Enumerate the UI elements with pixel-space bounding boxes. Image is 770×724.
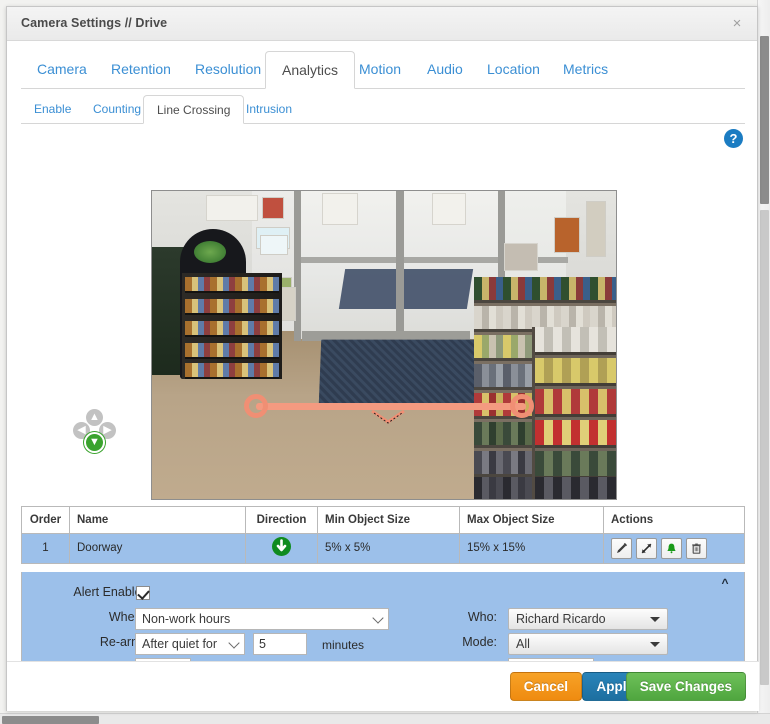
who-row: Who: <box>422 610 504 624</box>
chevron-down-icon <box>372 612 383 623</box>
save-changes-button[interactable]: Save Changes <box>626 672 746 701</box>
tab-resolution[interactable]: Resolution <box>179 51 277 89</box>
who-value: Richard Ricardo <box>516 612 606 626</box>
tab-audio[interactable]: Audio <box>411 51 479 89</box>
scene-poster <box>262 197 284 219</box>
direction-pad[interactable]: ▲ ◀ ▶ ▼ <box>73 409 117 453</box>
line-endpoint-handle-icon[interactable] <box>510 394 534 418</box>
scene-door-mullion <box>396 191 404 341</box>
column-header-order: Order <box>22 507 70 533</box>
when-value: Non-work hours <box>142 612 230 626</box>
cell-max-object-size: 15% x 15% <box>460 534 604 563</box>
subtab-line-crossing[interactable]: Line Crossing <box>143 95 244 124</box>
arrow-up-icon[interactable]: ▲ <box>86 409 103 426</box>
scene-poster <box>586 201 606 257</box>
dialog-titlebar: Camera Settings // Drive × <box>7 7 757 41</box>
triangle-down-icon <box>650 642 660 647</box>
bell-icon[interactable] <box>661 538 682 559</box>
when-row: When: <box>22 610 152 624</box>
subtab-enable[interactable]: Enable <box>21 95 84 124</box>
alert-enable-row: Alert Enable: <box>22 585 152 599</box>
arrow-right-icon[interactable]: ▶ <box>99 422 116 439</box>
alert-enable-label: Alert Enable: <box>73 585 145 599</box>
dialog-body: Camera Retention Resolution Analytics Mo… <box>7 41 757 711</box>
cell-actions <box>604 534 744 563</box>
line-crossing-table: Order Name Direction Min Object Size Max… <box>21 506 745 564</box>
edit-icon[interactable] <box>611 538 632 559</box>
tab-analytics[interactable]: Analytics <box>265 51 355 89</box>
mode-select[interactable]: All <box>508 633 668 655</box>
rearm-minutes-input[interactable] <box>253 633 307 655</box>
arrow-down-icon[interactable]: ▼ <box>86 434 103 451</box>
scene-sign <box>504 243 538 271</box>
arrow-down-circle-icon <box>272 537 291 556</box>
triangle-down-icon <box>650 617 660 622</box>
page-horizontal-scrollbar[interactable] <box>0 713 770 724</box>
chevron-up-icon[interactable]: ^ <box>716 576 734 590</box>
column-header-name: Name <box>70 507 246 533</box>
direction-marker-icon[interactable] <box>370 410 406 424</box>
trash-icon[interactable] <box>686 538 707 559</box>
scrollbar-track-lower[interactable] <box>760 210 769 685</box>
camera-scene-image <box>151 190 617 500</box>
scene-poster <box>554 217 580 253</box>
camera-settings-dialog: Camera Settings // Drive × Camera Retent… <box>6 6 758 711</box>
rearm-minutes-unit-label: minutes <box>322 638 364 652</box>
table-header-row: Order Name Direction Min Object Size Max… <box>22 507 744 534</box>
mode-label: Mode: <box>462 635 497 649</box>
scene-stand-badge <box>194 241 226 263</box>
mode-value: All <box>516 637 530 651</box>
chevron-down-icon <box>228 637 239 648</box>
rearm-value: After quiet for <box>142 637 217 651</box>
app-root: Camera Settings // Drive × Camera Retent… <box>0 0 770 724</box>
dialog-title: Camera Settings // Drive <box>21 16 167 30</box>
scene-outside-mat <box>339 269 473 309</box>
table-row[interactable]: 1 Doorway 5% x 5% 15% x 15% <box>22 534 744 563</box>
when-select[interactable]: Non-work hours <box>135 608 389 630</box>
column-header-max-object-size: Max Object Size <box>460 507 604 533</box>
cell-order: 1 <box>22 534 70 563</box>
who-label: Who: <box>468 610 497 624</box>
camera-preview[interactable] <box>151 190 617 500</box>
column-header-actions: Actions <box>604 507 744 533</box>
cell-name: Doorway <box>70 534 246 563</box>
scene-poster <box>260 235 288 255</box>
scrollbar-thumb-horizontal[interactable] <box>2 716 99 724</box>
scene-sign <box>322 193 358 225</box>
tab-metrics[interactable]: Metrics <box>547 51 624 89</box>
rearm-select[interactable]: After quiet for <box>135 633 245 655</box>
cancel-button[interactable]: Cancel <box>510 672 582 701</box>
tab-retention[interactable]: Retention <box>95 51 187 89</box>
scene-right-shelving-front <box>532 327 617 500</box>
close-icon[interactable]: × <box>727 14 747 34</box>
scene-left-shelf <box>182 273 282 379</box>
help-icon[interactable]: ? <box>724 129 743 148</box>
secondary-tabstrip: Enable Counting Line Crossing Intrusion <box>7 95 759 124</box>
alert-enable-checkbox[interactable] <box>136 586 150 600</box>
tab-location[interactable]: Location <box>471 51 556 89</box>
dialog-footer: Cancel Apply Save Changes <box>7 661 759 711</box>
scene-sign <box>432 193 466 225</box>
table-body: 1 Doorway 5% x 5% 15% x 15% <box>22 534 744 563</box>
cell-min-object-size: 5% x 5% <box>318 534 460 563</box>
tab-camera[interactable]: Camera <box>21 51 103 89</box>
column-header-min-object-size: Min Object Size <box>318 507 460 533</box>
column-header-direction: Direction <box>246 507 318 533</box>
who-select[interactable]: Richard Ricardo <box>508 608 668 630</box>
mode-row: Mode: <box>422 635 504 649</box>
scrollbar-thumb[interactable] <box>760 36 769 204</box>
cell-direction <box>246 534 318 563</box>
line-crossing-line[interactable] <box>256 403 526 410</box>
rearm-row: Re-arm: <box>22 635 152 649</box>
scene-sign <box>206 195 258 221</box>
scene-entry-mat <box>319 340 480 406</box>
primary-tabstrip: Camera Retention Resolution Analytics Mo… <box>7 51 759 89</box>
resize-icon[interactable] <box>636 538 657 559</box>
line-endpoint-handle-icon[interactable] <box>244 394 268 418</box>
